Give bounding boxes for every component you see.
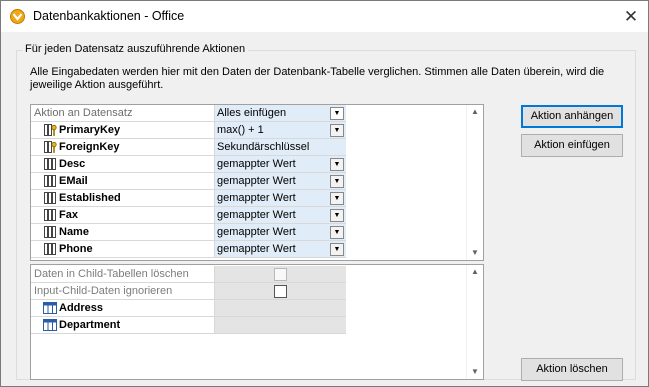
field-name-cell: Fax	[31, 207, 215, 224]
field-value-select[interactable]: gemappter Wert ▼	[215, 190, 346, 207]
table-row[interactable]: Fax gemappter Wert ▼	[31, 207, 346, 224]
field-value: gemappter Wert	[217, 226, 296, 238]
group-label: Für jeden Datensatz auszuführende Aktion…	[22, 43, 249, 55]
option-value-cell	[215, 283, 346, 300]
column-icon	[44, 209, 57, 221]
field-name-cell: PrimaryKey	[31, 122, 215, 139]
field-name-cell: Phone	[31, 241, 215, 258]
table-header-row: Aktion an Datensatz Alles einfügen ▼	[31, 105, 346, 122]
scroll-up-icon[interactable]: ▲	[467, 105, 483, 119]
chevron-down-icon[interactable]: ▼	[330, 124, 344, 137]
child-table-value-cell	[215, 317, 346, 334]
chevron-down-icon[interactable]: ▼	[330, 158, 344, 171]
field-value-select[interactable]: gemappter Wert ▼	[215, 173, 346, 190]
append-action-button[interactable]: Aktion anhängen	[521, 105, 623, 128]
field-value-select[interactable]: gemappter Wert ▼	[215, 224, 346, 241]
field-value: max() + 1	[217, 124, 264, 136]
key-icon	[44, 124, 57, 136]
field-name: Established	[59, 192, 121, 204]
child-table-name: Address	[59, 302, 104, 314]
field-name-cell: Established	[31, 190, 215, 207]
field-name: Desc	[59, 158, 86, 170]
field-name: Phone	[59, 243, 93, 255]
table-row[interactable]: ForeignKey Sekundärschlüssel	[31, 139, 346, 156]
field-value: Sekundärschlüssel	[217, 141, 310, 153]
child-table-name-cell: Department	[31, 317, 215, 334]
table-row[interactable]: Desc gemappter Wert ▼	[31, 156, 346, 173]
table-row[interactable]: PrimaryKey max() + 1 ▼	[31, 122, 346, 139]
vertical-scrollbar[interactable]: ▲ ▼	[466, 105, 483, 260]
column-icon	[44, 243, 57, 255]
field-value-select[interactable]: max() + 1 ▼	[215, 122, 346, 139]
vertical-scrollbar[interactable]: ▲ ▼	[466, 265, 483, 379]
field-name-cell: Name	[31, 224, 215, 241]
column-icon	[44, 175, 57, 187]
field-value: gemappter Wert	[217, 175, 296, 187]
field-value: gemappter Wert	[217, 158, 296, 170]
close-icon[interactable]: ✕	[618, 4, 644, 30]
table-row[interactable]: Established gemappter Wert ▼	[31, 190, 346, 207]
actions-table[interactable]: Aktion an Datensatz Alles einfügen ▼ Pri…	[30, 104, 484, 261]
group-description: Alle Eingabedaten werden hier mit den Da…	[30, 66, 605, 91]
column-icon	[44, 158, 57, 170]
title-bar: Datenbankaktionen - Office ✕	[1, 1, 648, 32]
delete-action-button[interactable]: Aktion löschen	[521, 358, 623, 381]
field-name: Fax	[59, 209, 78, 221]
key-icon	[44, 141, 57, 153]
field-name: PrimaryKey	[59, 124, 121, 136]
insert-action-button[interactable]: Aktion einfügen	[521, 134, 623, 157]
chevron-down-icon[interactable]: ▼	[330, 243, 344, 256]
child-table-panel[interactable]: Daten in Child-Tabellen löschen Input-Chi…	[30, 264, 484, 380]
action-select[interactable]: Alles einfügen ▼	[215, 105, 346, 122]
chevron-down-icon[interactable]: ▼	[330, 209, 344, 222]
app-logo-icon	[10, 9, 25, 24]
field-value-select[interactable]: gemappter Wert ▼	[215, 241, 346, 258]
field-name: ForeignKey	[59, 141, 120, 153]
scroll-down-icon[interactable]: ▼	[467, 365, 483, 379]
child-table-value-cell	[215, 300, 346, 317]
option-checkbox[interactable]	[274, 285, 287, 298]
chevron-down-icon[interactable]: ▼	[330, 192, 344, 205]
child-table-row[interactable]: Address	[31, 300, 346, 317]
table-icon	[43, 302, 57, 314]
chevron-down-icon[interactable]: ▼	[330, 175, 344, 188]
field-value: gemappter Wert	[217, 192, 296, 204]
field-name: EMail	[59, 175, 88, 187]
dialog-window: Datenbankaktionen - Office ✕ Für jeden D…	[0, 0, 649, 387]
option-value-cell	[215, 266, 346, 283]
field-value: gemappter Wert	[217, 243, 296, 255]
option-label: Daten in Child-Tabellen löschen	[31, 266, 215, 283]
chevron-down-icon[interactable]: ▼	[330, 107, 344, 120]
field-value-select[interactable]: gemappter Wert ▼	[215, 156, 346, 173]
field-name: Name	[59, 226, 89, 238]
child-table-name-cell: Address	[31, 300, 215, 317]
scroll-up-icon[interactable]: ▲	[467, 265, 483, 279]
option-checkbox	[274, 268, 287, 281]
table-row[interactable]: Phone gemappter Wert ▼	[31, 241, 346, 258]
column-icon	[44, 226, 57, 238]
table-row[interactable]: Name gemappter Wert ▼	[31, 224, 346, 241]
table-icon	[43, 319, 57, 331]
header-label: Aktion an Datensatz	[31, 105, 215, 122]
field-value-select[interactable]: Sekundärschlüssel	[215, 139, 346, 156]
chevron-down-icon[interactable]: ▼	[330, 226, 344, 239]
field-value: gemappter Wert	[217, 209, 296, 221]
field-value-select[interactable]: gemappter Wert ▼	[215, 207, 346, 224]
child-table-row[interactable]: Department	[31, 317, 346, 334]
field-name-cell: ForeignKey	[31, 139, 215, 156]
window-title: Datenbankaktionen - Office	[33, 9, 185, 23]
field-name-cell: Desc	[31, 156, 215, 173]
scroll-down-icon[interactable]: ▼	[467, 246, 483, 260]
column-icon	[44, 192, 57, 204]
child-table-name: Department	[59, 319, 121, 331]
action-select-value: Alles einfügen	[217, 107, 287, 119]
option-label: Input-Child-Daten ignorieren	[31, 283, 215, 300]
option-row[interactable]: Daten in Child-Tabellen löschen	[31, 266, 346, 283]
option-row[interactable]: Input-Child-Daten ignorieren	[31, 283, 346, 300]
table-row[interactable]: EMail gemappter Wert ▼	[31, 173, 346, 190]
field-name-cell: EMail	[31, 173, 215, 190]
